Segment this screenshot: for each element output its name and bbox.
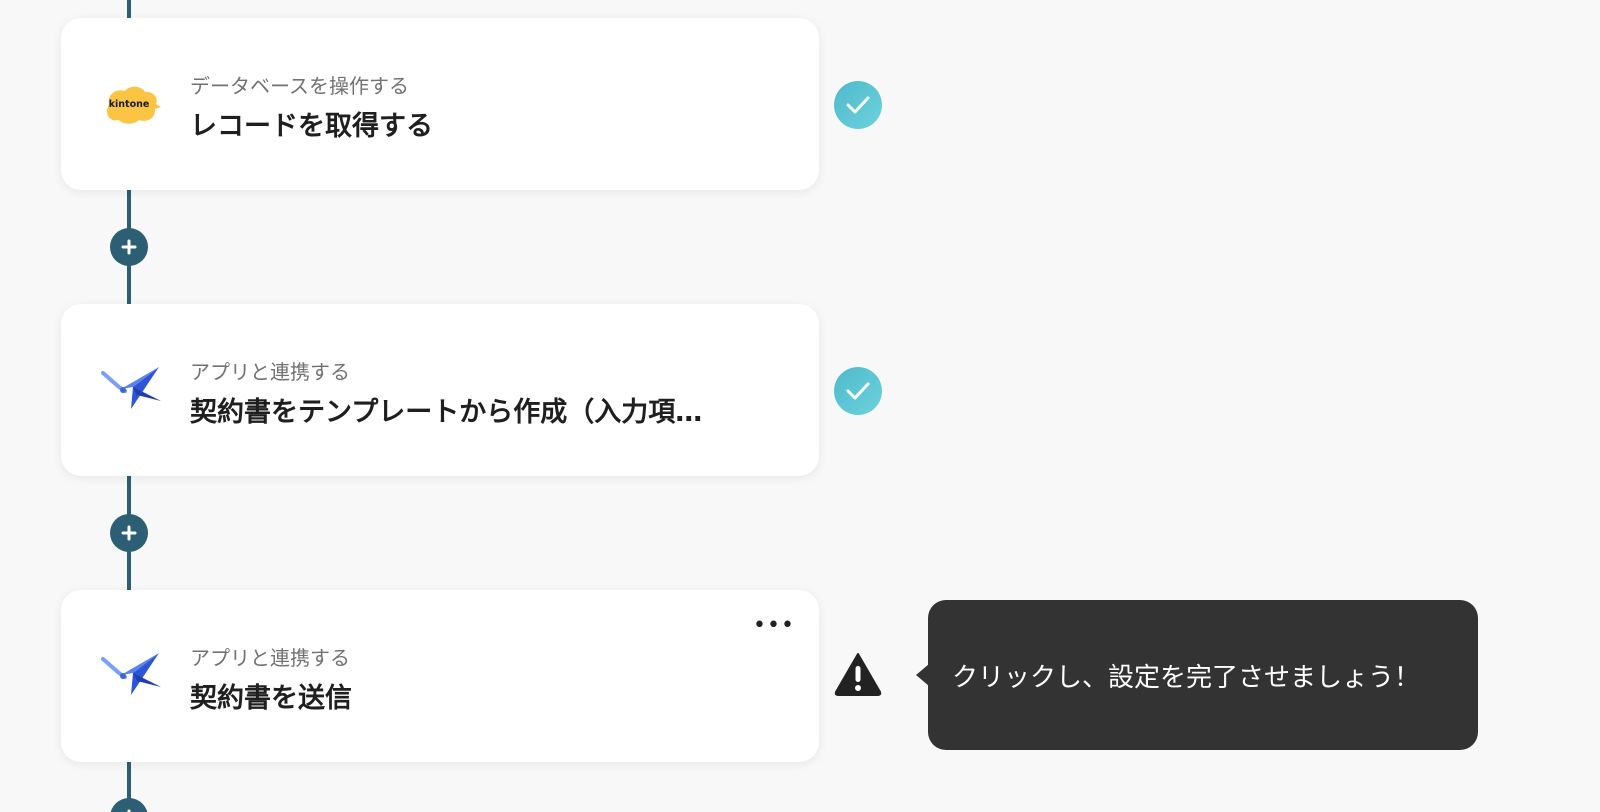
- check-icon: [834, 367, 882, 415]
- step-card-get-record[interactable]: kintone データベースを操作する レコードを取得する: [61, 18, 819, 190]
- kintone-logo-text: kintone: [109, 99, 150, 110]
- step-title: レコードを取得する: [190, 111, 433, 142]
- step-card-send-contract[interactable]: アプリと連携する 契約書を送信 •••: [61, 590, 819, 762]
- setup-hint-tooltip: クリックし、設定を完了させましょう！: [916, 600, 1478, 750]
- warning-icon: [834, 650, 882, 698]
- step-subtitle: データベースを操作する: [190, 74, 409, 98]
- add-step-button[interactable]: [110, 228, 148, 266]
- step-title: 契約書を送信: [190, 683, 352, 714]
- check-icon: [834, 81, 882, 129]
- tooltip-arrow: [916, 664, 929, 686]
- cloudsign-icon: [101, 648, 161, 704]
- step-title: 契約書をテンプレートから作成（入力項…: [190, 397, 703, 428]
- connector-line: [127, 0, 131, 18]
- more-options-button[interactable]: •••: [753, 612, 794, 638]
- workflow-canvas: kintone データベースを操作する レコードを取得する アプリと連携する 契…: [0, 0, 1600, 812]
- add-step-button[interactable]: [110, 514, 148, 552]
- plus-icon: [121, 239, 137, 255]
- tooltip-text: クリックし、設定を完了させましょう！: [952, 662, 1421, 693]
- step-subtitle: アプリと連携する: [190, 360, 350, 384]
- cloudsign-icon: [101, 362, 161, 418]
- add-step-button[interactable]: [110, 798, 148, 812]
- step-card-create-contract[interactable]: アプリと連携する 契約書をテンプレートから作成（入力項…: [61, 304, 819, 476]
- step-subtitle: アプリと連携する: [190, 646, 350, 670]
- plus-icon: [121, 525, 137, 541]
- kintone-icon: kintone: [101, 76, 161, 132]
